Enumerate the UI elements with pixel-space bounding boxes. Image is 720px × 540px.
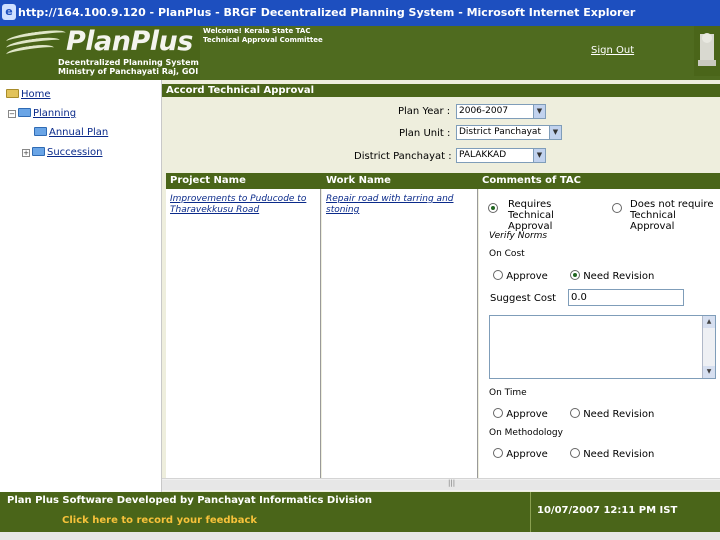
plan-unit-label: Plan Unit : <box>399 128 451 139</box>
method-need-revision-label: Need Revision <box>583 449 655 460</box>
collapse-icon[interactable]: − <box>8 110 16 118</box>
dropdown-arrow-icon[interactable]: ▼ <box>533 149 545 162</box>
cost-approve-label: Approve <box>506 271 548 282</box>
project-name-link[interactable]: Improvements to Puducode to Tharavekkusu… <box>170 194 316 216</box>
textarea-scrollbar[interactable]: ▲ ▼ <box>702 316 715 378</box>
dropdown-arrow-icon[interactable]: ▼ <box>533 105 545 118</box>
internet-explorer-icon: e <box>2 4 16 20</box>
time-need-revision-label: Need Revision <box>583 409 655 420</box>
logo-ministry: Ministry of Panchayati Raj, GOI <box>58 67 199 76</box>
suggest-cost-input[interactable]: 0.0 <box>568 289 684 306</box>
header-work-name: Work Name <box>326 175 391 186</box>
work-name-link[interactable]: Repair road with tarring and stoning <box>326 194 474 216</box>
remarks-textarea[interactable]: ▲ ▼ <box>489 315 716 379</box>
radio-selected-icon[interactable] <box>570 270 580 280</box>
plan-unit-value: District Panchayat <box>459 127 541 137</box>
method-approve-option[interactable]: Approve <box>493 448 548 460</box>
scroll-grip-icon: ||| <box>448 479 456 487</box>
logo-subtitle: Decentralized Planning System <box>58 58 199 67</box>
method-need-revision-option[interactable]: Need Revision <box>570 448 654 460</box>
timestamp: 10/07/2007 12:11 PM IST <box>537 505 678 516</box>
project-name-cell <box>166 189 321 491</box>
header-comments: Comments of TAC <box>482 175 581 186</box>
left-navigation: Home − Planning Annual Plan + Succession <box>0 80 162 492</box>
radio-icon[interactable] <box>570 448 580 458</box>
state-emblem-icon <box>694 26 720 76</box>
method-approve-label: Approve <box>506 449 548 460</box>
district-panchayat-value: PALAKKAD <box>459 150 507 160</box>
radio-icon[interactable] <box>493 408 503 418</box>
cost-need-revision-option[interactable]: Need Revision <box>570 270 654 282</box>
nav-annual-plan-link[interactable]: Annual Plan <box>49 127 108 138</box>
nav-succession[interactable]: + Succession <box>22 147 103 158</box>
header-banner: PlanPlus Decentralized Planning System M… <box>0 26 720 80</box>
plan-year-value: 2006-2007 <box>459 106 509 116</box>
not-requires-approval-option[interactable] <box>612 203 622 215</box>
plan-unit-select[interactable]: District Panchayat ▼ <box>456 125 562 140</box>
cost-need-revision-label: Need Revision <box>583 271 655 282</box>
time-need-revision-option[interactable]: Need Revision <box>570 408 654 420</box>
footer: Plan Plus Software Developed by Panchaya… <box>0 492 720 532</box>
requires-approval-option[interactable] <box>488 203 498 215</box>
welcome-message: Welcome! Kerala State TAC Technical Appr… <box>203 27 323 44</box>
radio-icon[interactable] <box>570 408 580 418</box>
folder-icon <box>32 147 45 156</box>
on-methodology-label: On Methodology <box>489 428 563 438</box>
sign-out-link[interactable]: Sign Out <box>591 45 634 56</box>
radio-icon[interactable] <box>493 270 503 280</box>
table-header: Project Name Work Name Comments of TAC <box>166 173 720 189</box>
folder-icon <box>18 108 31 117</box>
horizontal-scrollbar[interactable]: ||| <box>162 478 720 491</box>
footer-divider <box>530 492 531 532</box>
verify-norms-label: Verify Norms <box>489 231 548 241</box>
nav-planning[interactable]: − Planning <box>8 108 76 119</box>
scroll-thumb[interactable] <box>162 480 720 490</box>
radio-icon[interactable] <box>493 448 503 458</box>
logo-text: PlanPlus <box>66 26 193 57</box>
on-cost-label: On Cost <box>489 249 525 259</box>
radio-selected-icon[interactable] <box>488 203 498 213</box>
dropdown-arrow-icon[interactable]: ▼ <box>549 126 561 139</box>
expand-icon[interactable]: + <box>22 149 30 157</box>
nav-home[interactable]: Home <box>6 89 51 100</box>
status-strip <box>0 532 720 540</box>
planplus-logo: PlanPlus Decentralized Planning System M… <box>0 26 200 80</box>
panel-title: Accord Technical Approval <box>162 84 720 97</box>
home-folder-icon <box>6 89 19 98</box>
nav-succession-link[interactable]: Succession <box>47 147 103 158</box>
plan-year-label: Plan Year : <box>398 106 451 117</box>
not-requires-approval-label: Does not require Technical Approval <box>630 199 714 232</box>
time-approve-option[interactable]: Approve <box>493 408 548 420</box>
radio-icon[interactable] <box>612 203 622 213</box>
time-approve-label: Approve <box>506 409 548 420</box>
district-panchayat-select[interactable]: PALAKKAD ▼ <box>456 148 546 163</box>
nav-planning-link[interactable]: Planning <box>33 108 76 119</box>
window-title: http://164.100.9.120 - PlanPlus - BRGF D… <box>18 6 636 19</box>
feedback-link[interactable]: Click here to record your feedback <box>62 515 257 526</box>
scroll-down-icon[interactable]: ▼ <box>703 366 715 378</box>
window-title-bar: e http://164.100.9.120 - PlanPlus - BRGF… <box>0 0 720 26</box>
requires-approval-label: Requires Technical Approval <box>508 199 554 232</box>
district-panchayat-label: District Panchayat : <box>354 151 452 162</box>
work-name-cell <box>322 189 478 491</box>
folder-icon <box>34 127 47 136</box>
plan-year-select[interactable]: 2006-2007 ▼ <box>456 104 546 119</box>
cost-approve-option[interactable]: Approve <box>493 270 548 282</box>
nav-home-link[interactable]: Home <box>21 89 51 100</box>
header-project-name: Project Name <box>170 175 246 186</box>
nav-annual-plan[interactable]: Annual Plan <box>34 127 108 138</box>
suggest-cost-label: Suggest Cost <box>490 293 557 304</box>
main-panel: Accord Technical Approval Plan Year : 20… <box>162 80 720 492</box>
developed-by-text: Plan Plus Software Developed by Panchaya… <box>7 495 372 506</box>
on-time-label: On Time <box>489 388 527 398</box>
scroll-up-icon[interactable]: ▲ <box>703 316 715 328</box>
